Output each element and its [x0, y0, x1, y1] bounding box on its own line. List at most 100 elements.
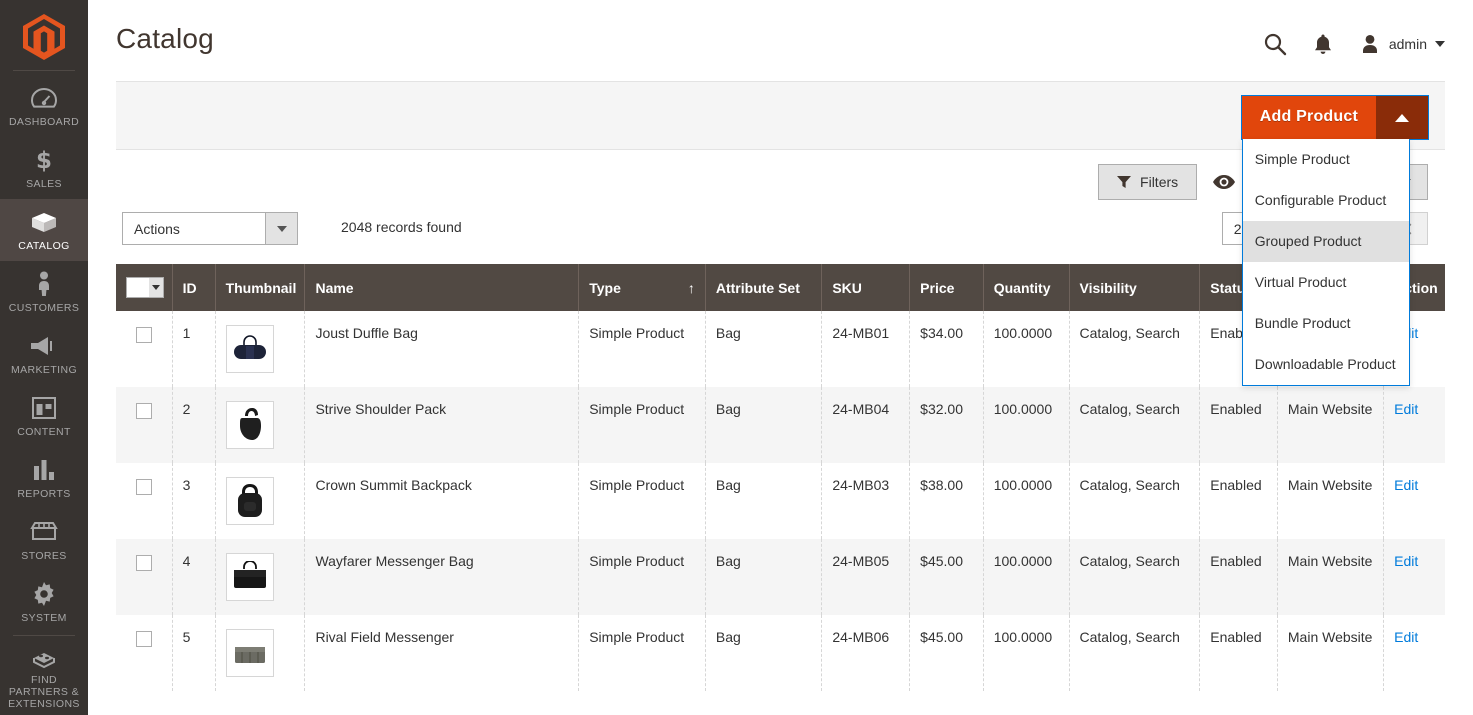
column-header-sku[interactable]: SKU	[822, 264, 910, 311]
row-select-cell[interactable]	[116, 387, 172, 463]
cell-attribute-set: Bag	[705, 387, 821, 463]
cell-quantity: 100.0000	[983, 615, 1069, 691]
table-row[interactable]: 3 Crown Summit Backpack Simple Product B…	[116, 463, 1445, 539]
caret-up-icon	[1395, 114, 1409, 122]
edit-link[interactable]: Edit	[1394, 553, 1418, 569]
menu-item-grouped-product[interactable]: Grouped Product	[1243, 221, 1409, 262]
add-product-button-group: Add Product	[1242, 96, 1428, 139]
filters-button[interactable]: Filters	[1098, 164, 1197, 200]
row-checkbox[interactable]	[136, 403, 152, 419]
menu-item-downloadable-product[interactable]: Downloadable Product	[1243, 344, 1409, 385]
menu-item-bundle-product[interactable]: Bundle Product	[1243, 303, 1409, 344]
column-header-visibility[interactable]: Visibility	[1069, 264, 1200, 311]
page-actions-strip: Add Product Simple Product Configurable …	[116, 82, 1445, 150]
magento-logo[interactable]	[0, 6, 88, 68]
row-checkbox[interactable]	[136, 631, 152, 647]
cell-sku: 24-MB04	[822, 387, 910, 463]
column-header-thumbnail[interactable]: Thumbnail	[215, 264, 305, 311]
row-select-cell[interactable]	[116, 463, 172, 539]
table-row[interactable]: 5 Rival Field Messenger Simple Product B…	[116, 615, 1445, 691]
bell-icon[interactable]	[1313, 33, 1333, 56]
sidebar-item-catalog[interactable]: CATALOG	[0, 199, 88, 261]
svg-text:$: $	[36, 148, 52, 173]
column-header-type[interactable]: Type ↑	[579, 264, 706, 311]
cell-sku: 24-MB06	[822, 615, 910, 691]
add-product-button[interactable]: Add Product	[1242, 96, 1376, 139]
chevron-down-icon	[277, 226, 287, 232]
admin-username: admin	[1389, 36, 1427, 52]
row-select-cell[interactable]	[116, 539, 172, 615]
storefront-icon	[30, 519, 58, 545]
menu-item-virtual-product[interactable]: Virtual Product	[1243, 262, 1409, 303]
cell-id: 5	[172, 615, 215, 691]
edit-link[interactable]: Edit	[1394, 629, 1418, 645]
sidebar-item-customers[interactable]: CUSTOMERS	[0, 261, 88, 323]
cell-attribute-set: Bag	[705, 311, 821, 387]
column-header-attribute-set[interactable]: Attribute Set	[705, 264, 821, 311]
dashboard-gauge-icon	[31, 85, 57, 111]
row-checkbox[interactable]	[136, 327, 152, 343]
cell-attribute-set: Bag	[705, 615, 821, 691]
table-row[interactable]: 4 Wayfarer Messenger Bag Simple Product …	[116, 539, 1445, 615]
cell-websites: Main Website	[1277, 615, 1383, 691]
add-product-toggle-button[interactable]	[1376, 96, 1428, 139]
cell-quantity: 100.0000	[983, 311, 1069, 387]
sidebar-item-marketing[interactable]: MARKETING	[0, 323, 88, 385]
cell-id: 1	[172, 311, 215, 387]
sidebar-item-sales[interactable]: $ SALES	[0, 137, 88, 199]
column-header-name[interactable]: Name	[305, 264, 579, 311]
cell-quantity: 100.0000	[983, 539, 1069, 615]
sidebar-item-stores[interactable]: STORES	[0, 509, 88, 571]
funnel-icon	[1117, 175, 1131, 189]
cell-price: $38.00	[910, 463, 984, 539]
eye-icon	[1213, 175, 1235, 189]
cell-id: 2	[172, 387, 215, 463]
sidebar-item-label: DASHBOARD	[9, 116, 79, 128]
cell-thumbnail	[215, 311, 305, 387]
cell-name: Strive Shoulder Pack	[305, 387, 579, 463]
sidebar-divider-bottom	[13, 635, 75, 636]
row-checkbox[interactable]	[136, 555, 152, 571]
column-header-type-label: Type	[589, 280, 621, 296]
menu-item-configurable-product[interactable]: Configurable Product	[1243, 180, 1409, 221]
sidebar-item-label: CATALOG	[18, 240, 69, 252]
sidebar-item-reports[interactable]: REPORTS	[0, 447, 88, 509]
sidebar-item-label: SALES	[26, 178, 62, 190]
cell-thumbnail	[215, 539, 305, 615]
sidebar-divider-top	[13, 70, 75, 71]
select-all-dropdown-arrow[interactable]	[149, 278, 163, 297]
row-select-cell[interactable]	[116, 615, 172, 691]
search-icon[interactable]	[1263, 32, 1287, 56]
cell-status: Enabled	[1200, 539, 1278, 615]
actions-dropdown[interactable]: Actions	[122, 212, 298, 245]
column-header-price[interactable]: Price	[910, 264, 984, 311]
row-checkbox[interactable]	[136, 479, 152, 495]
cell-visibility: Catalog, Search	[1069, 615, 1200, 691]
cell-quantity: 100.0000	[983, 463, 1069, 539]
admin-sidebar: DASHBOARD $ SALES CATALOG CUSTOMERS MARK…	[0, 0, 88, 715]
select-all-control[interactable]	[126, 277, 164, 298]
dollar-sign-icon: $	[34, 147, 54, 173]
edit-link[interactable]: Edit	[1394, 401, 1418, 417]
cell-attribute-set: Bag	[705, 539, 821, 615]
cell-thumbnail	[215, 615, 305, 691]
row-select-cell[interactable]	[116, 311, 172, 387]
page-header: Catalog admin	[88, 0, 1473, 81]
select-all-header[interactable]	[116, 264, 172, 311]
menu-item-simple-product[interactable]: Simple Product	[1243, 139, 1409, 180]
sidebar-item-content[interactable]: CONTENT	[0, 385, 88, 447]
cell-thumbnail	[215, 387, 305, 463]
sidebar-item-label: MARKETING	[11, 364, 77, 376]
header-actions: admin	[1263, 22, 1445, 56]
table-row[interactable]: 2 Strive Shoulder Pack Simple Product Ba…	[116, 387, 1445, 463]
sidebar-item-find-partners-extensions[interactable]: FIND PARTNERS & EXTENSIONS	[0, 640, 88, 715]
admin-user-menu[interactable]: admin	[1359, 33, 1445, 55]
cell-id: 3	[172, 463, 215, 539]
sidebar-item-dashboard[interactable]: DASHBOARD	[0, 75, 88, 137]
select-all-checkbox[interactable]	[127, 278, 149, 297]
sidebar-item-system[interactable]: SYSTEM	[0, 571, 88, 633]
column-header-quantity[interactable]: Quantity	[983, 264, 1069, 311]
edit-link[interactable]: Edit	[1394, 477, 1418, 493]
cell-visibility: Catalog, Search	[1069, 311, 1200, 387]
column-header-id[interactable]: ID	[172, 264, 215, 311]
